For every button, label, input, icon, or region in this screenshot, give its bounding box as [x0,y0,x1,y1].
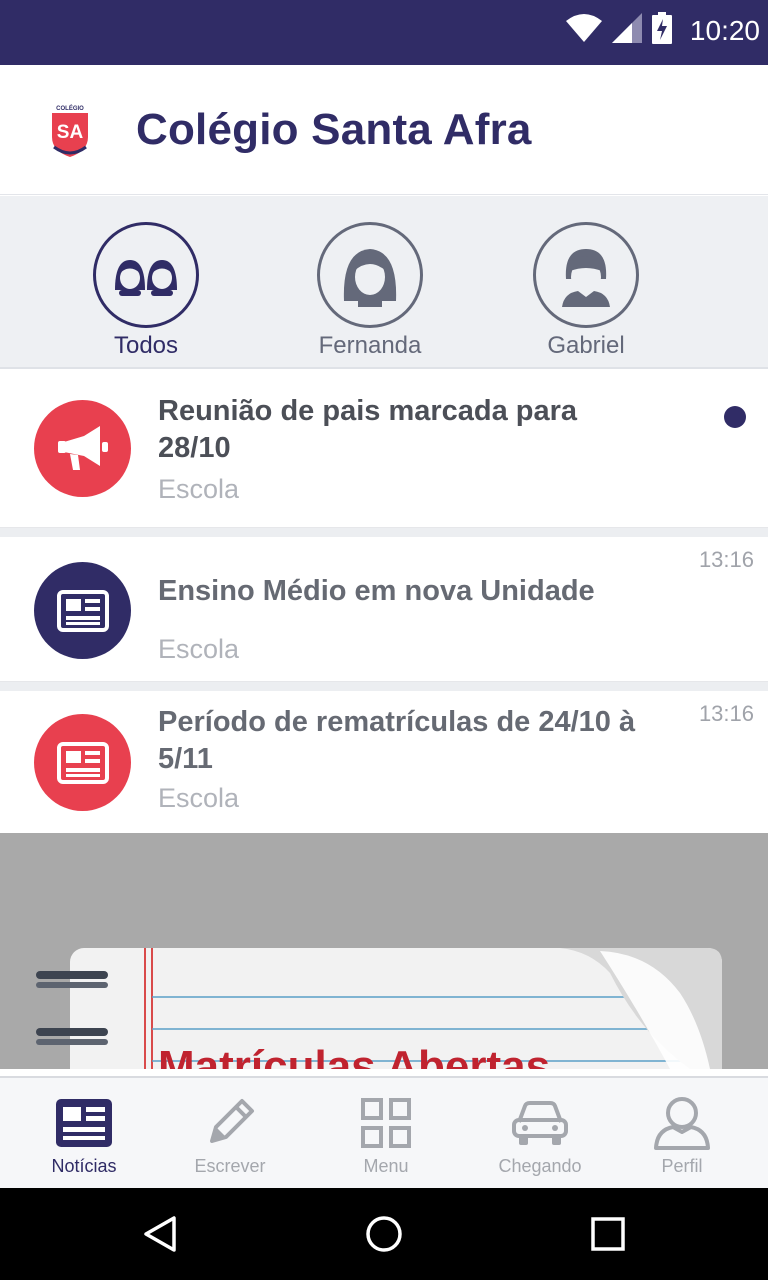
list-divider [0,528,768,537]
news-time: 13:16 [698,701,754,726]
newspaper-icon [34,714,131,811]
banner-image[interactable]: Matrículas Abertas [0,833,768,1069]
back-icon[interactable] [128,1202,192,1266]
status-time: 10:20 [689,14,760,46]
nav-chegando[interactable]: Chegando [470,1094,610,1177]
news-source: Escola [158,783,240,813]
app-title: Colégio Santa Afra [136,105,532,154]
home-icon[interactable] [352,1202,416,1266]
news-item-2[interactable]: Ensino Médio em nova Unidade Escola 13:1… [0,537,768,682]
nav-label: Escrever [194,1156,266,1176]
news-title: Período de rematrículas de 24/10 à 5/11 [158,706,636,775]
nav-escrever[interactable]: Escrever [160,1094,300,1177]
news-title: Reunião de pais marcada para 28/10 [158,395,578,464]
status-bar: 10:20 [0,0,768,65]
newspaper-icon [56,1099,112,1147]
svg-text:SA: SA [57,122,84,143]
app-header: COLÉGIO SA Colégio Santa Afra [0,65,768,195]
news-time: 13:16 [698,547,754,572]
news-source: Escola [158,474,240,504]
nav-label: Perfil [661,1156,703,1176]
newspaper-icon [34,562,131,659]
nav-label: Notícias [51,1156,117,1176]
profile-label: Fernanda [318,332,422,359]
banner-text: Matrículas Abertas [158,1042,550,1069]
profile-switcher: Todos Fernanda Gabriel [0,196,768,369]
news-item-1[interactable]: Reunião de pais marcada para 28/10 Escol… [0,371,768,528]
person-icon [654,1097,710,1150]
cell-signal-icon [611,13,642,48]
profile-todos[interactable]: Todos [71,222,221,360]
news-source: Escola [158,634,240,664]
recents-icon[interactable] [576,1202,640,1266]
battery-charging-icon [651,12,672,49]
group-icon [115,260,177,296]
grid-icon [361,1098,411,1148]
pencil-icon [210,1099,254,1143]
profile-gabriel[interactable]: Gabriel [511,222,661,360]
profile-fernanda[interactable]: Fernanda [295,222,445,360]
wifi-icon [565,13,602,48]
nav-perfil[interactable]: Perfil [612,1094,752,1177]
boy-avatar-icon [562,249,610,307]
profile-label: Todos [113,332,179,359]
news-title: Ensino Médio em nova Unidade [158,575,595,607]
android-navigation-bar [0,1188,768,1280]
bottom-navigation: Notícias Escrever Menu Chegando Perfil [0,1076,768,1188]
news-item-3[interactable]: Período de rematrículas de 24/10 à 5/11 … [0,691,768,833]
girl-avatar-icon [343,249,397,307]
car-icon [512,1101,568,1145]
nav-noticias[interactable]: Notícias [14,1094,154,1177]
megaphone-icon [34,400,131,497]
unread-indicator [724,406,746,428]
nav-label: Chegando [498,1156,582,1176]
nav-menu[interactable]: Menu [316,1094,456,1177]
nav-label: Menu [363,1156,409,1176]
profile-label: Gabriel [547,332,625,359]
list-divider [0,682,768,691]
svg-text:COLÉGIO: COLÉGIO [56,104,84,112]
school-logo: COLÉGIO SA [52,104,88,157]
